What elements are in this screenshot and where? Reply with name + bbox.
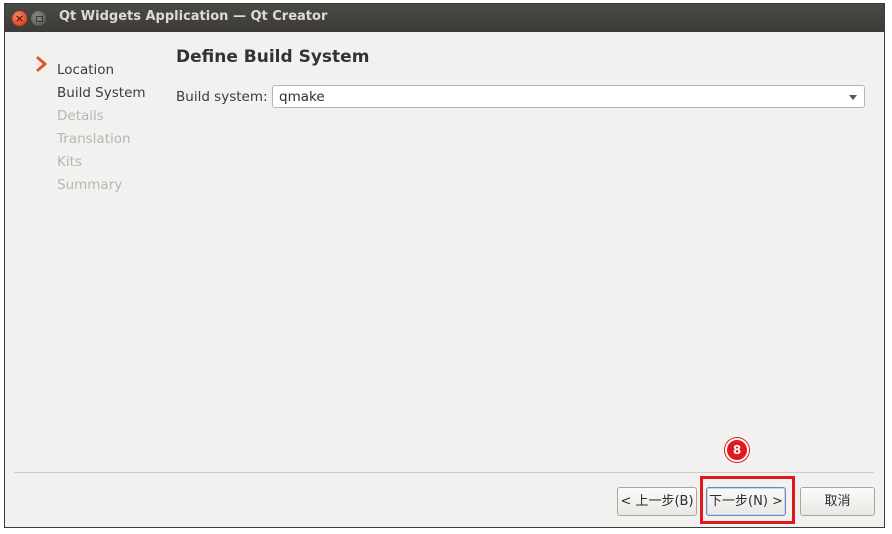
step-summary: Summary: [57, 177, 123, 193]
step-build-system: Build System: [57, 85, 146, 101]
chevron-down-icon: [849, 95, 857, 100]
back-button[interactable]: < 上一步(B): [617, 487, 697, 516]
step-location: Location: [57, 62, 115, 78]
annotation-highlight-box: [700, 476, 795, 524]
build-system-label: Build system:: [176, 89, 268, 105]
minimize-window-icon[interactable]: [31, 11, 46, 26]
step-translation: Translation: [57, 131, 131, 147]
build-system-value: qmake: [279, 89, 325, 105]
cancel-button[interactable]: 取消: [800, 487, 875, 516]
build-system-select[interactable]: qmake: [272, 85, 865, 108]
close-window-icon[interactable]: ×: [12, 11, 27, 26]
annotation-step-badge: 8: [725, 438, 749, 462]
window-title: Qt Widgets Application — Qt Creator: [59, 9, 328, 24]
chevron-right-icon: [36, 56, 47, 72]
step-kits: Kits: [57, 154, 82, 170]
step-details: Details: [57, 108, 104, 124]
page-title: Define Build System: [176, 47, 370, 67]
button-separator: [14, 472, 874, 473]
wizard-window: × Qt Widgets Application — Qt Creator Lo…: [4, 3, 885, 528]
title-bar: × Qt Widgets Application — Qt Creator: [5, 4, 884, 32]
